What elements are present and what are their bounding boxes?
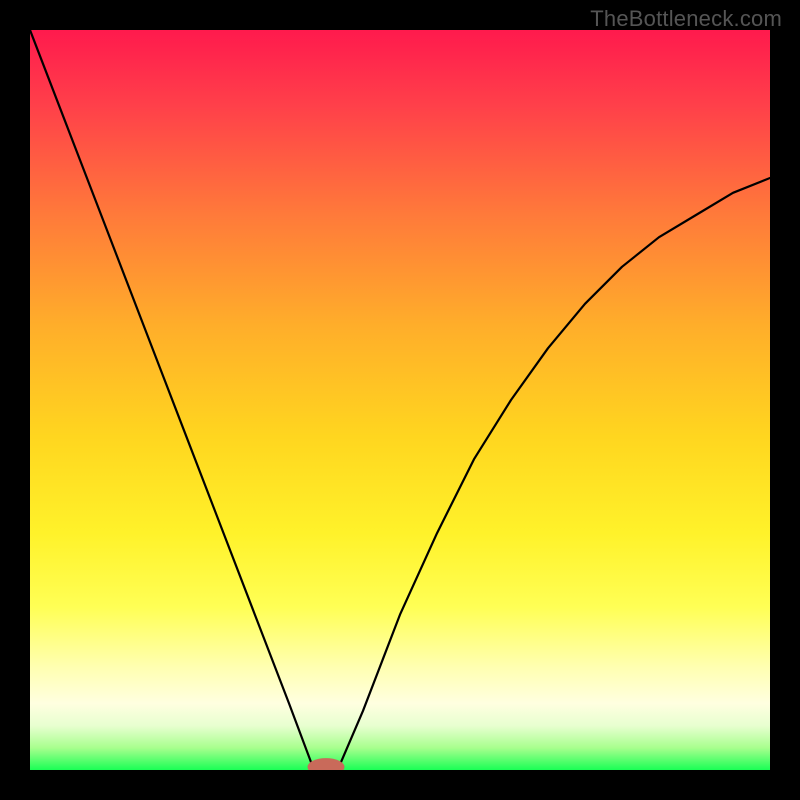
chart-plot-area (30, 30, 770, 770)
bottleneck-curve (30, 30, 770, 770)
optimum-marker (308, 758, 345, 770)
chart-svg (30, 30, 770, 770)
watermark-text: TheBottleneck.com (590, 6, 782, 32)
